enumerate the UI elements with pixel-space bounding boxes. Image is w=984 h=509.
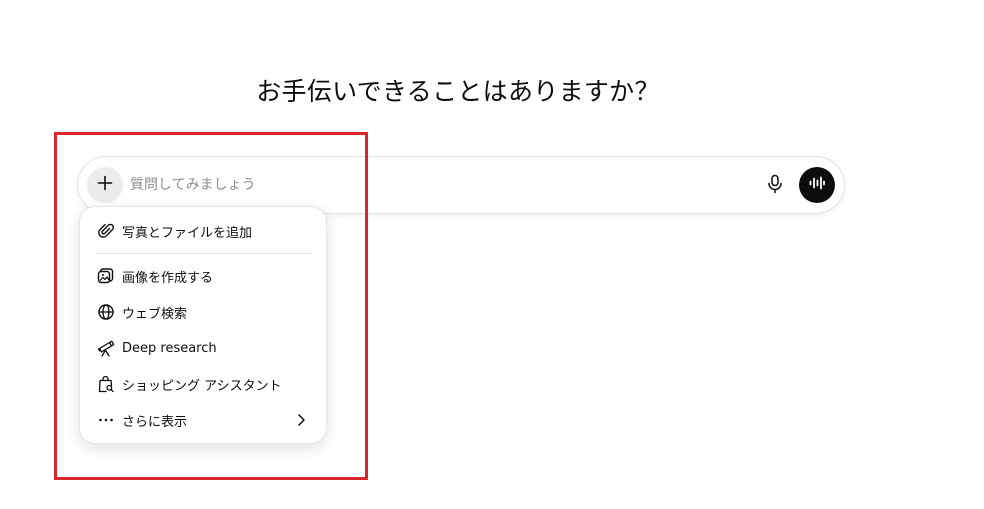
menu-item-label: さらに表示 xyxy=(122,414,188,430)
menu-item-label: Deep research xyxy=(122,340,217,356)
menu-item-label: ウェブ検索 xyxy=(122,306,188,322)
menu-item-label: ショッピング アシスタント xyxy=(122,378,282,394)
microphone-icon xyxy=(766,174,784,198)
chat-home: お手伝いできることはありますか？ 質問してみましょう 写真とファイルを追加 画像… xyxy=(0,0,984,509)
menu-divider xyxy=(96,253,312,254)
menu-item-web-search[interactable]: ウェブ検索 xyxy=(88,296,318,328)
dictate-button[interactable] xyxy=(762,173,788,199)
telescope-icon xyxy=(96,338,116,358)
image-create-icon xyxy=(96,266,116,286)
prompt-input[interactable] xyxy=(130,171,730,199)
add-attachment-button[interactable] xyxy=(87,167,123,203)
more-horizontal-icon xyxy=(96,410,116,430)
shopping-bag-search-icon xyxy=(96,374,116,394)
menu-item-show-more[interactable]: さらに表示 xyxy=(88,404,318,436)
page-title: お手伝いできることはありますか？ xyxy=(256,77,660,106)
paperclip-icon xyxy=(96,221,116,241)
menu-item-label: 画像を作成する xyxy=(122,270,214,286)
menu-item-add-photos-files[interactable]: 写真とファイルを追加 xyxy=(88,215,318,247)
menu-item-shopping-assistant[interactable]: ショッピング アシスタント xyxy=(88,368,318,400)
menu-item-label: 写真とファイルを追加 xyxy=(122,225,253,241)
chevron-right-icon xyxy=(292,411,310,429)
voice-mode-button[interactable] xyxy=(799,167,835,203)
globe-icon xyxy=(96,302,116,322)
plus-icon xyxy=(96,174,114,196)
menu-item-create-image[interactable]: 画像を作成する xyxy=(88,260,318,292)
attachment-menu: 写真とファイルを追加 画像を作成する ウェブ検索 Deep research シ… xyxy=(79,206,327,444)
waveform-icon xyxy=(808,175,826,195)
menu-item-deep-research[interactable]: Deep research xyxy=(88,332,318,364)
